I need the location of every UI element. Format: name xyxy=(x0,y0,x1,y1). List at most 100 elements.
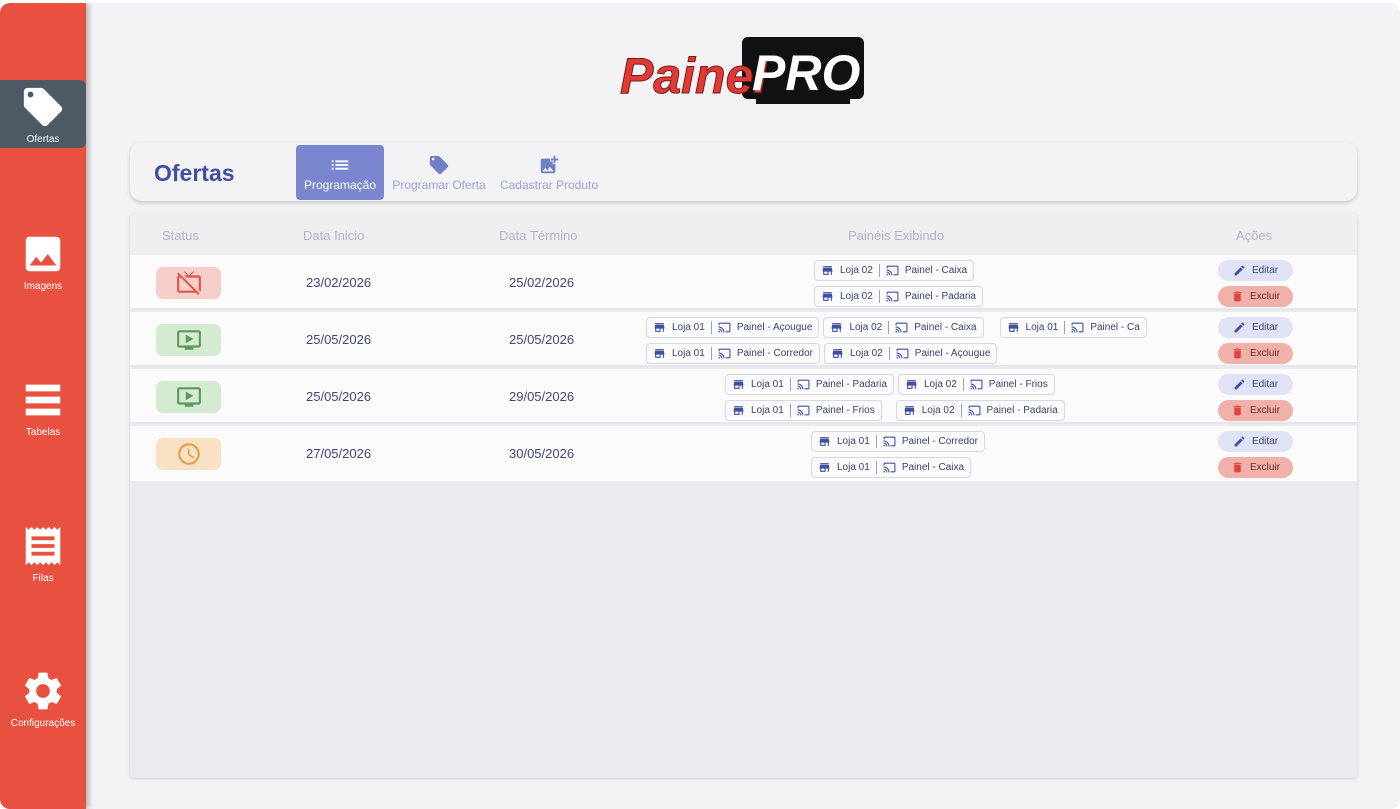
delete-button[interactable]: Excluir xyxy=(1218,400,1293,421)
panels-line: Loja 02 Painel - Padaria xyxy=(814,286,983,307)
clock-icon xyxy=(177,443,200,465)
trash-icon xyxy=(1233,348,1242,359)
delete-button[interactable]: Excluir xyxy=(1218,343,1293,364)
tab-label: Programação xyxy=(303,177,377,192)
status-badge xyxy=(156,381,221,413)
cast-icon xyxy=(896,348,909,359)
delete-button[interactable]: Excluir xyxy=(1218,457,1293,478)
status-badge xyxy=(156,267,221,299)
sidebar-item-configuracoes[interactable]: Configurações xyxy=(0,664,86,732)
panel-chip: Loja 02 Painel - Padaria xyxy=(895,400,1065,421)
cast-icon xyxy=(895,322,908,333)
tv-play-icon xyxy=(176,330,201,350)
panel-name: Painel - Ca xyxy=(1090,322,1140,333)
list-icon xyxy=(331,159,349,170)
status-badge xyxy=(156,324,221,356)
store-name: Loja 01 xyxy=(1025,322,1059,333)
panels-clip: Loja 01 Painel - Açougue Loja 02 Painel … xyxy=(646,317,1154,339)
cast-icon xyxy=(970,379,983,390)
status-badge xyxy=(156,438,221,470)
cast-icon xyxy=(718,322,731,333)
panel-name: Painel - Frios xyxy=(815,405,875,416)
store-name: Loja 01 xyxy=(751,405,784,416)
tab-label: Programar Oferta xyxy=(392,177,486,192)
page-title: Ofertas xyxy=(154,160,235,186)
panel-chip: Loja 01 Painel - Corredor xyxy=(646,343,820,364)
edit-label: Editar xyxy=(1251,436,1279,447)
sidebar-item-label: Imagens xyxy=(23,280,63,292)
store-name: Loja 02 xyxy=(840,291,873,302)
cast-icon xyxy=(886,265,899,276)
sidebar-item-label: Ofertas xyxy=(26,133,60,145)
delete-label: Excluir xyxy=(1249,291,1280,302)
panel-name: Painel - Frios xyxy=(988,379,1048,390)
table-row: 25/05/2026 25/05/2026 Loja 01 Painel - A… xyxy=(130,312,1357,367)
table-row: 25/05/2026 29/05/2026 Loja 01 Painel - P… xyxy=(130,369,1357,424)
column-header-panels: Painéis Exibindo xyxy=(848,228,945,243)
delete-label: Excluir xyxy=(1249,348,1280,359)
end-date: 25/02/2026 xyxy=(509,275,575,290)
column-header-status: Status xyxy=(162,228,199,243)
sidebar-item-ofertas[interactable]: Ofertas xyxy=(0,80,86,148)
tv-off-icon xyxy=(176,271,201,295)
tab-cadastrar-produto[interactable]: Cadastrar Produto xyxy=(498,145,600,200)
offers-table: Status Data Inicio Data Término Painéis … xyxy=(130,213,1357,778)
panel-chip: Loja 02 Painel - Açougue xyxy=(823,343,998,364)
edit-button[interactable]: Editar xyxy=(1218,431,1293,452)
trash-icon xyxy=(1233,405,1242,416)
trash-icon xyxy=(1233,291,1242,302)
store-icon xyxy=(832,323,842,332)
edit-label: Editar xyxy=(1251,265,1279,276)
panels-line: Loja 01 Painel - Corredor xyxy=(811,431,985,452)
panel-name: Painel - Padaria xyxy=(904,291,976,302)
panel-chip: Loja 01 Painel - Caixa xyxy=(811,457,972,478)
store-icon xyxy=(733,380,744,389)
tab-programar-oferta[interactable]: Programar Oferta xyxy=(390,145,488,200)
store-name: Loja 01 xyxy=(751,379,784,390)
table-header: Status Data Inicio Data Término Painéis … xyxy=(130,213,1357,255)
panels-line: Loja 01 Painel - Frios Loja 02 Painel - … xyxy=(725,400,1065,421)
header-card: Ofertas Programação Programar Oferta Cad… xyxy=(130,142,1357,201)
image-icon xyxy=(25,236,61,271)
panel-name: Painel - Caixa xyxy=(901,462,965,473)
gear-icon xyxy=(25,672,61,709)
column-header-start: Data Inicio xyxy=(303,228,365,243)
cast-icon xyxy=(883,436,896,447)
column-header-end: Data Término xyxy=(499,228,578,243)
panels-line: Loja 01 Painel - Caixa xyxy=(811,457,972,478)
sidebar: Ofertas Imagens Tabelas Filas Configuraç… xyxy=(0,3,86,809)
sidebar-item-label: Configurações xyxy=(10,717,76,729)
store-icon xyxy=(733,406,744,415)
store-name: Loja 02 xyxy=(840,265,873,276)
edit-button[interactable]: Editar xyxy=(1218,260,1293,281)
end-date: 25/05/2026 xyxy=(509,332,575,347)
end-date: 29/05/2026 xyxy=(509,389,575,404)
panel-chip: Loja 02 Painel - Caixa xyxy=(814,260,975,281)
panel-chip: Loja 01 Painel - Ca xyxy=(999,317,1147,338)
cast-icon xyxy=(968,405,980,416)
table-row: 27/05/2026 30/05/2026 Loja 01 Painel - C… xyxy=(130,426,1357,481)
tab-label: Cadastrar Produto xyxy=(499,177,599,192)
cast-icon xyxy=(718,348,731,359)
delete-button[interactable]: Excluir xyxy=(1218,286,1293,307)
sidebar-item-filas[interactable]: Filas xyxy=(0,519,86,587)
pencil-icon xyxy=(1234,265,1245,276)
end-date: 30/05/2026 xyxy=(509,446,575,461)
cast-icon xyxy=(883,462,896,473)
panel-chip: Loja 01 Painel - Corredor xyxy=(811,431,985,452)
panel-name: Painel - Corredor xyxy=(736,348,813,359)
edit-button[interactable]: Editar xyxy=(1218,317,1293,338)
store-icon xyxy=(906,380,917,389)
panel-name: Painel - Açougue xyxy=(736,322,813,333)
sidebar-item-tabelas[interactable]: Tabelas xyxy=(0,373,86,441)
trash-icon xyxy=(1233,462,1242,473)
tab-programacao[interactable]: Programação xyxy=(296,145,384,200)
store-icon xyxy=(832,349,843,358)
store-icon xyxy=(904,406,915,415)
store-name: Loja 02 xyxy=(849,322,883,333)
sidebar-item-imagens[interactable]: Imagens xyxy=(0,227,86,295)
column-header-actions: Ações xyxy=(1236,228,1273,243)
pencil-icon xyxy=(1234,322,1245,333)
edit-button[interactable]: Editar xyxy=(1218,374,1293,395)
panel-chip: Loja 02 Painel - Caixa xyxy=(823,317,984,338)
